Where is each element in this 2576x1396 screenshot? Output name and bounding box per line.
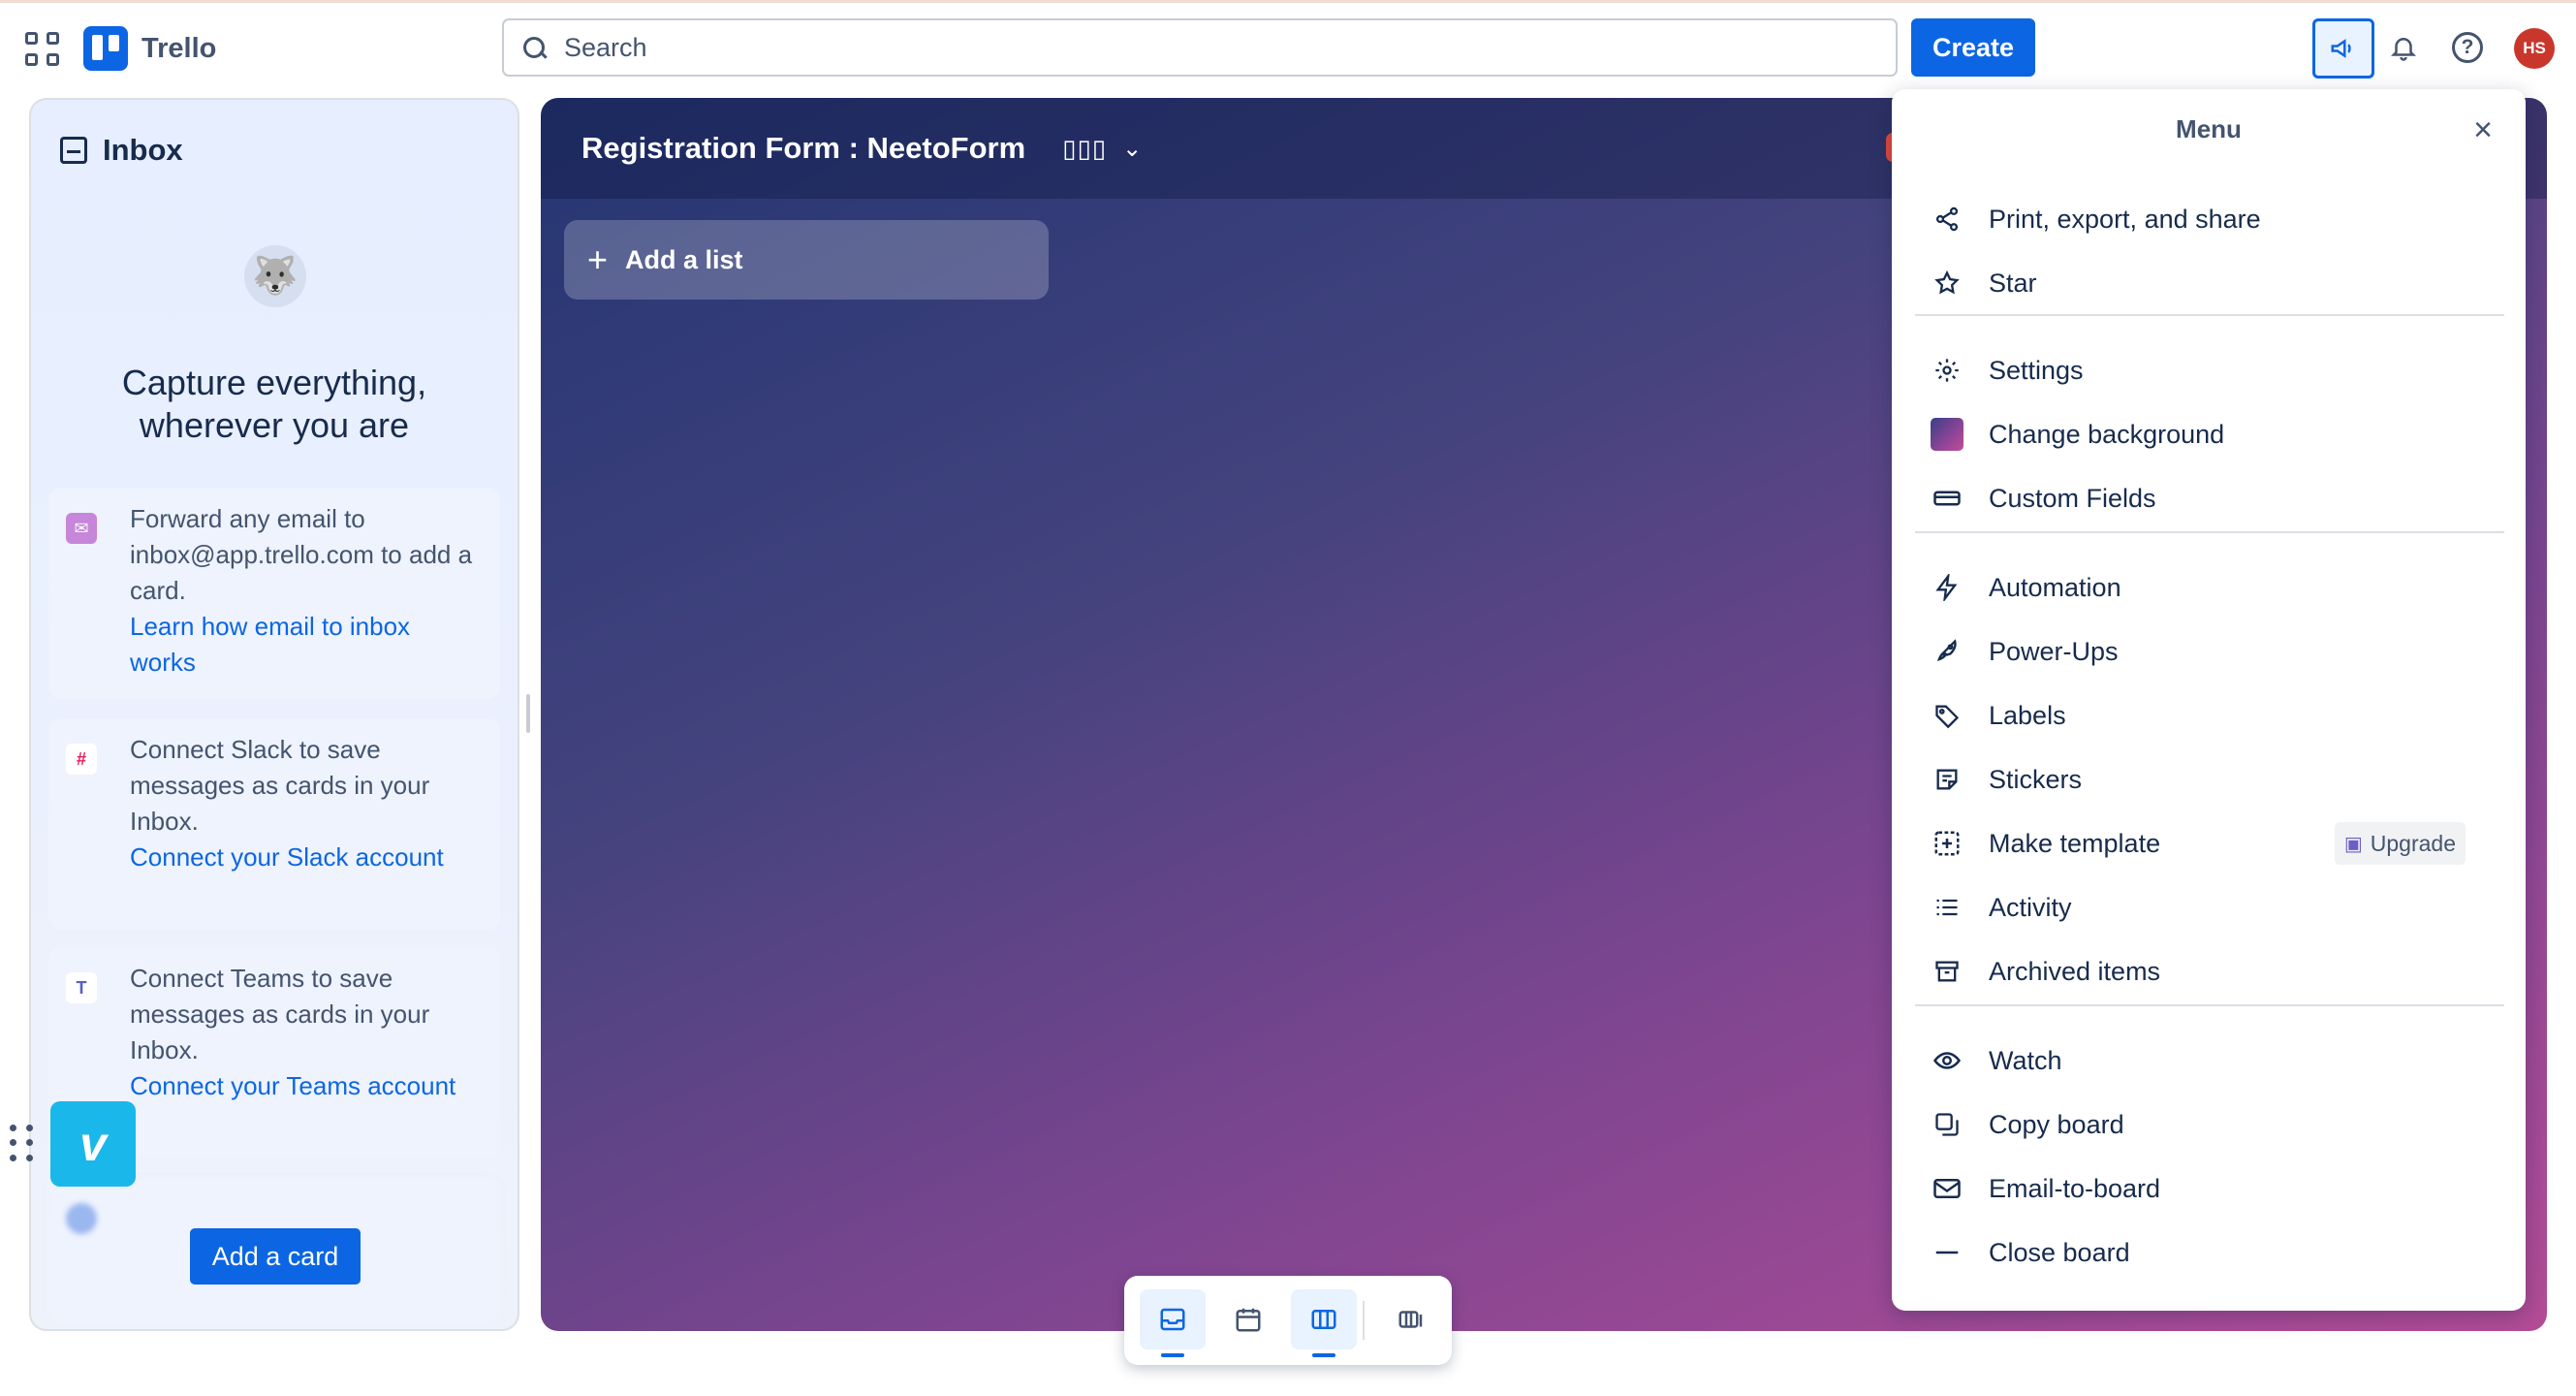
board-menu-panel: Menu × Print, export, and share Star Set… — [1892, 89, 2526, 1311]
menu-item-copy-board[interactable]: Copy board — [1931, 1097, 2493, 1152]
inbox-header: Inbox — [31, 100, 518, 201]
close-icon[interactable]: × — [2464, 111, 2502, 149]
eye-icon — [1931, 1044, 1963, 1077]
add-card-button[interactable]: Add a card — [190, 1228, 361, 1285]
slack-icon: # — [66, 744, 97, 775]
tip-text: Connect Slack to save messages as cards … — [130, 735, 430, 836]
trello-logo[interactable]: Trello — [83, 26, 216, 71]
upgrade-badge[interactable]: ▣ Upgrade — [2334, 822, 2466, 865]
email-learn-link[interactable]: Learn how email to inbox works — [130, 609, 481, 681]
app-name: Trello — [141, 32, 217, 64]
menu-item-labels[interactable]: Labels — [1931, 688, 2493, 743]
list-icon — [1931, 891, 1963, 924]
minus-icon — [1931, 1236, 1963, 1269]
gear-icon — [1931, 354, 1963, 387]
search-input[interactable]: Search — [502, 18, 1898, 77]
connect-slack-link[interactable]: Connect your Slack account — [130, 840, 481, 875]
plus-icon: + — [587, 239, 609, 279]
megaphone-icon[interactable] — [2312, 18, 2374, 79]
menu-item-archived-items[interactable]: Archived items — [1931, 944, 2493, 999]
sticker-icon — [1931, 763, 1963, 796]
view-switcher — [1124, 1276, 1452, 1365]
help-icon[interactable]: ? — [2440, 20, 2495, 75]
menu-item-print-export-share[interactable]: Print, export, and share — [1931, 192, 2493, 246]
avatar[interactable]: HS — [2514, 28, 2555, 69]
tip-text: Connect Teams to save messages as cards … — [130, 964, 430, 1064]
rocket-icon — [1931, 635, 1963, 668]
email-icon: ✉ — [66, 513, 97, 544]
menu-item-make-template[interactable]: Make template ▣ Upgrade — [1931, 816, 2493, 871]
add-list-label: Add a list — [625, 244, 743, 274]
search-placeholder: Search — [564, 32, 647, 62]
mail-icon — [1931, 1172, 1963, 1205]
app-switcher-icon[interactable] — [25, 32, 60, 67]
top-header: Trello Search Create ? HS — [0, 3, 2576, 92]
planner-view-icon[interactable] — [1215, 1289, 1281, 1349]
menu-item-power-ups[interactable]: Power-Ups — [1931, 624, 2493, 679]
menu-divider — [1915, 1004, 2504, 1006]
switcher-divider — [1363, 1301, 1365, 1340]
menu-item-star[interactable]: Star — [1931, 256, 2493, 310]
create-button[interactable]: Create — [1911, 18, 2035, 77]
email-tip: ✉ Forward any email to inbox@app.trello.… — [48, 488, 500, 699]
menu-item-activity[interactable]: Activity — [1931, 880, 2493, 935]
chevron-down-icon[interactable]: ⌄ — [1122, 135, 1142, 163]
panel-resize-handle[interactable] — [526, 694, 530, 733]
template-icon — [1931, 827, 1963, 860]
board-view-icon[interactable]: ▯▯▯ — [1062, 134, 1107, 164]
menu-item-close-board[interactable]: Close board — [1931, 1225, 2493, 1280]
menu-item-automation[interactable]: Automation — [1931, 560, 2493, 615]
inbox-title: Inbox — [103, 133, 183, 167]
menu-item-email-to-board[interactable]: Email-to-board — [1931, 1161, 2493, 1216]
menu-item-settings[interactable]: Settings — [1931, 343, 2493, 397]
archive-icon — [1931, 955, 1963, 988]
menu-divider — [1915, 531, 2504, 533]
inbox-icon — [60, 137, 87, 164]
tip-text: Forward any email to inbox@app.trello.co… — [130, 504, 473, 605]
menu-item-custom-fields[interactable]: Custom Fields — [1931, 471, 2493, 525]
husky-mascot-icon: 🐺 — [244, 245, 306, 307]
menu-divider — [1915, 314, 2504, 316]
board-view-icon[interactable] — [1291, 1289, 1357, 1357]
lightning-icon — [1931, 571, 1963, 604]
star-icon — [1931, 267, 1963, 300]
add-list-button[interactable]: + Add a list — [564, 220, 1049, 300]
switch-boards-icon[interactable] — [1378, 1289, 1444, 1349]
blurred-icon — [66, 1203, 97, 1234]
custom-fields-icon — [1931, 482, 1963, 515]
share-icon — [1931, 203, 1963, 236]
inbox-view-icon[interactable] — [1140, 1289, 1206, 1357]
background-swatch — [1931, 418, 1963, 451]
menu-item-change-background[interactable]: Change background — [1931, 407, 2493, 461]
tag-icon — [1931, 699, 1963, 732]
drag-handle-icon[interactable] — [10, 1125, 35, 1163]
board-title[interactable]: Registration Form : NeetoForm — [581, 131, 1025, 166]
trello-logo-icon — [83, 26, 128, 71]
upgrade-icon: ▣ — [2343, 833, 2363, 855]
inbox-headline: Capture everything, wherever you are — [121, 363, 427, 445]
copy-icon — [1931, 1108, 1963, 1141]
bell-icon[interactable] — [2376, 20, 2431, 75]
vimeo-icon[interactable]: v — [50, 1101, 136, 1187]
menu-item-stickers[interactable]: Stickers — [1931, 752, 2493, 807]
search-icon — [521, 35, 547, 60]
menu-item-watch[interactable]: Watch — [1931, 1033, 2493, 1088]
connect-teams-link[interactable]: Connect your Teams account — [130, 1068, 481, 1104]
menu-title: Menu — [2176, 114, 2242, 143]
teams-icon: T — [66, 972, 97, 1003]
slack-tip: # Connect Slack to save messages as card… — [48, 718, 500, 930]
